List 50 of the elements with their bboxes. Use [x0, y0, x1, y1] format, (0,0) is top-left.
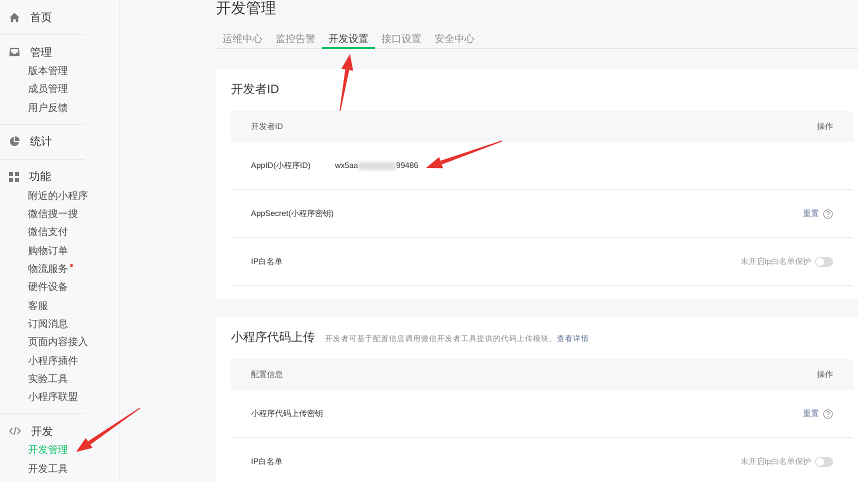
sidebar-item[interactable]: 用户反馈: [0, 100, 68, 118]
app-id-value: wx5aa 99486: [335, 161, 418, 170]
reset-link[interactable]: 重置: [803, 208, 819, 219]
reset-link[interactable]: 重置: [803, 408, 819, 419]
annotation-arrow: [76, 408, 140, 452]
page-title: 开发管理: [216, 0, 276, 19]
row-label: IP白名单: [251, 256, 284, 267]
sidebar-item[interactable]: 微信支付: [0, 224, 68, 243]
sidebar-group-title[interactable]: 功能: [29, 169, 51, 184]
row-label: AppID(小程序ID): [251, 160, 312, 171]
sidebar-group-title[interactable]: 首页: [30, 10, 52, 24]
row-label: 小程序代码上传密钥: [251, 408, 324, 419]
column-header: 操作: [817, 369, 833, 380]
sidebar-item[interactable]: 版本管理: [0, 63, 68, 82]
help-icon[interactable]: [823, 408, 833, 418]
sidebar-item[interactable]: 小程序联盟: [0, 389, 78, 408]
inbox-icon: [9, 47, 20, 57]
sidebar-item[interactable]: 硬件设备: [0, 279, 68, 298]
grid-icon: [9, 172, 19, 182]
sidebar-group-title[interactable]: 开发: [31, 424, 53, 439]
sidebar-item[interactable]: 开发工具: [0, 460, 68, 480]
pie-chart-icon: [9, 136, 20, 148]
sidebar-item[interactable]: 小程序插件: [0, 352, 78, 371]
sidebar-group-title[interactable]: 管理: [30, 44, 52, 60]
sidebar-item[interactable]: 实验工具: [0, 370, 68, 390]
section-title: 开发者ID: [231, 81, 279, 98]
toggle-switch[interactable]: [815, 456, 833, 466]
home-icon: [9, 12, 20, 22]
sidebar-item[interactable]: 购物订单: [0, 242, 68, 262]
status-text: 未开启Ip白名单保护: [740, 256, 811, 267]
tab[interactable]: 开发设置: [322, 30, 375, 49]
code-icon: [9, 426, 21, 436]
sidebar-item[interactable]: 页面内容接入: [0, 334, 88, 353]
help-icon[interactable]: [823, 208, 833, 218]
status-text: 未开启Ip白名单保护: [740, 456, 811, 467]
column-header: 操作: [817, 121, 833, 132]
toggle-switch[interactable]: [815, 256, 833, 266]
sidebar-group-title[interactable]: 统计: [30, 134, 52, 150]
sidebar-item[interactable]: 客服: [0, 298, 48, 316]
row-label: IP白名单: [251, 456, 284, 467]
column-header: 配置信息: [251, 369, 283, 380]
sidebar-item[interactable]: 附近的小程序: [0, 188, 88, 206]
sidebar-item[interactable]: 微信搜一搜: [0, 206, 78, 224]
sidebar-item[interactable]: 订阅消息: [0, 316, 68, 334]
annotation-arrow: [340, 54, 354, 112]
section-title: 小程序代码上传: [231, 329, 315, 346]
column-header: 开发者ID: [251, 121, 283, 132]
sidebar-item[interactable]: 物流服务: [0, 261, 68, 280]
sidebar-item[interactable]: 成员管理: [0, 81, 68, 100]
row-label: AppSecret(小程序密钥): [251, 208, 335, 219]
